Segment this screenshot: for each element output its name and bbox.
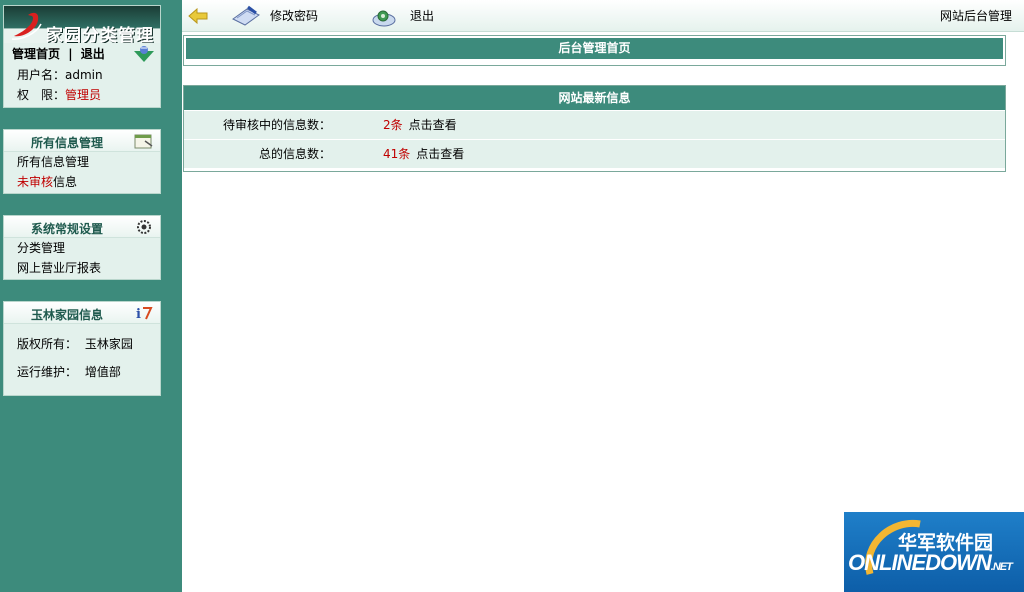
view-total-link[interactable]: 点击查看: [416, 147, 464, 161]
role-row: 权 限：管理员: [4, 85, 160, 105]
sidebar-item-online-hall-report[interactable]: 网上营业厅报表: [4, 258, 160, 278]
copyright-row: 版权所有： 玉林家园: [4, 334, 160, 362]
admin-home-box: 后台管理首页: [183, 35, 1006, 66]
notepad-icon: [134, 134, 153, 149]
sidebar-item-label: 所有信息管理: [17, 155, 90, 169]
view-pending-link[interactable]: 点击查看: [409, 118, 457, 132]
sidebar-item-label: 分类管理: [17, 241, 66, 255]
sidebar-item-unreviewed-info[interactable]: 未审核信息: [4, 172, 160, 192]
sidebar-item-label: 网上营业厅报表: [17, 261, 102, 275]
sidebar-item-category-management[interactable]: 分类管理: [4, 238, 160, 258]
total-info-count: 41条: [383, 147, 411, 161]
total-info-label: 总的信息数：: [258, 147, 331, 161]
latest-info-box: 网站最新信息 待审核中的信息数： 2条 点击查看 总的信息数： 41条 点击查看: [183, 85, 1006, 172]
gear-icon: [137, 220, 151, 234]
back-arrow-icon[interactable]: [188, 8, 208, 24]
link-separator: |: [68, 47, 73, 61]
top-toolbar: 修改密码 退出 网站后台管理: [182, 0, 1024, 32]
site-admin-title: 网站后台管理: [940, 9, 1013, 23]
panel-title: 所有信息管理: [30, 136, 103, 150]
system-settings-panel: 系统常规设置 分类管理 网上营业厅报表: [3, 215, 161, 280]
username-row: 用户名：admin: [4, 65, 160, 85]
admin-home-link[interactable]: 管理首页: [12, 47, 60, 61]
onlinedown-watermark: 华军软件园 ONLINEDOWN.NET: [844, 512, 1024, 592]
sidebar-item-all-info[interactable]: 所有信息管理: [4, 152, 160, 172]
total-info-row: 总的信息数： 41条 点击查看: [184, 139, 1005, 168]
username-value: admin: [65, 68, 103, 82]
username-label: 用户名：: [17, 68, 66, 82]
user-shield-icon: [134, 46, 154, 62]
role-value: 管理员: [65, 88, 102, 102]
pending-info-label: 待审核中的信息数：: [222, 118, 331, 132]
sidebar: 家园分类管理 管理首页 | 退出 用户名：admin 权 限：管理员 所有信息管…: [0, 0, 182, 592]
topbar-logout-link[interactable]: 退出: [410, 0, 434, 32]
panel-title: 玉林家园信息: [30, 308, 103, 322]
maintenance-row: 运行维护： 增值部: [4, 362, 160, 382]
panel-header: 玉林家园信息 i: [4, 302, 160, 324]
change-password-icon[interactable]: [231, 5, 261, 27]
svg-text:i: i: [136, 307, 141, 322]
app-logo: 家园分类管理: [3, 5, 161, 43]
admin-home-title: 后台管理首页: [186, 38, 1003, 59]
watermark-brand: ONLINEDOWN: [848, 550, 992, 575]
user-panel: 管理首页 | 退出 用户名：admin 权 限：管理员: [3, 43, 161, 108]
maintenance-value: 增值部: [84, 365, 121, 379]
info-management-panel: 所有信息管理 所有信息管理 未审核信息: [3, 129, 161, 194]
panel-header: 所有信息管理: [4, 130, 160, 152]
copyright-value: 玉林家园: [84, 337, 133, 351]
logo-title: 家园分类管理: [46, 26, 154, 43]
pending-info-value: 2条 点击查看: [383, 111, 457, 139]
latest-info-title: 网站最新信息: [184, 86, 1005, 110]
panel-title: 系统常规设置: [30, 222, 103, 236]
sidebar-logout-link[interactable]: 退出: [81, 47, 105, 61]
maintenance-label: 运行维护：: [17, 365, 78, 379]
logout-icon[interactable]: [371, 6, 399, 28]
site-info-panel: 玉林家园信息 i 版权所有： 玉林家园 运行维护： 增值部: [3, 301, 161, 396]
panel-header: 系统常规设置: [4, 216, 160, 238]
pending-info-count: 2条: [383, 118, 403, 132]
pending-info-row: 待审核中的信息数： 2条 点击查看: [184, 110, 1005, 139]
watermark-en-text: ONLINEDOWN.NET: [848, 550, 1013, 576]
logo-swoosh-icon: [11, 12, 42, 40]
sidebar-item-label-highlight: 未审核: [17, 175, 54, 189]
change-password-link[interactable]: 修改密码: [270, 0, 318, 32]
info-icon: i: [136, 307, 153, 322]
user-links: 管理首页 | 退出: [4, 43, 160, 65]
copyright-label: 版权所有：: [17, 337, 78, 351]
total-info-value: 41条 点击查看: [383, 140, 464, 168]
role-label: 权 限：: [17, 88, 66, 102]
watermark-suffix: .NET: [990, 561, 1013, 573]
sidebar-item-label: 信息: [53, 175, 78, 189]
